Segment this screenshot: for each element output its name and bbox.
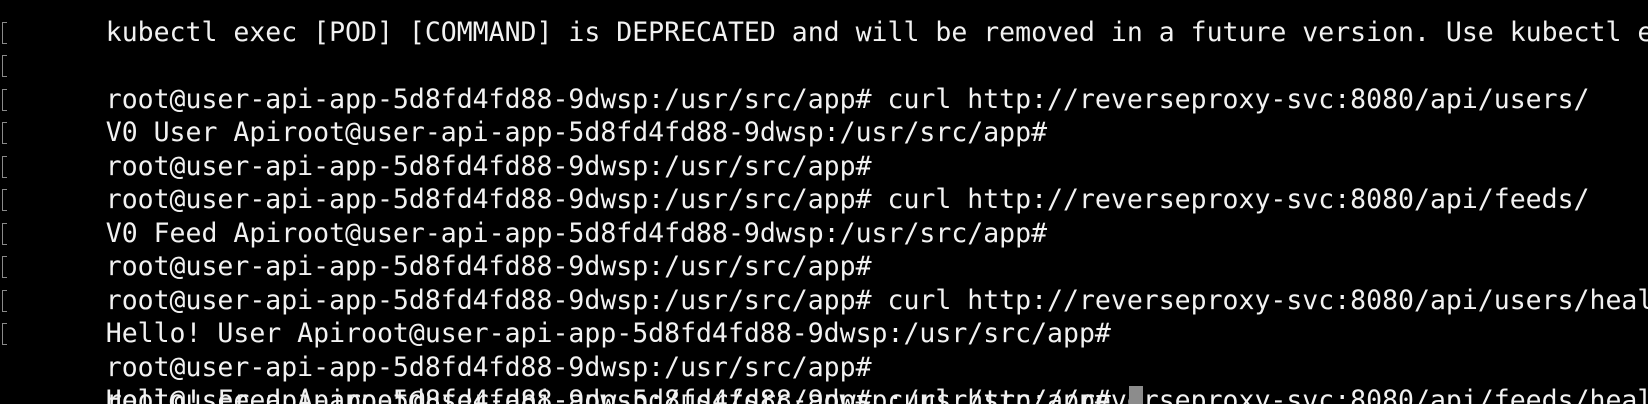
- terminal-output: kubectl exec [POD] [COMMAND] is DEPRECAT…: [2, 0, 1648, 404]
- terminal-line: V0 User Apiroot@user-api-app-5d8fd4fd88-…: [2, 49, 1648, 148]
- prompt-mark-icon: [2, 256, 7, 278]
- prompt-mark-icon: [2, 289, 7, 312]
- terminal-line: root@user-api-app-5d8fd4fd88-9dwsp:/usr/…: [2, 217, 1648, 316]
- terminal-line: kubectl exec [POD] [COMMAND] is DEPRECAT…: [10, 0, 1648, 48]
- terminal-line-active[interactable]: Hello! Feed Apiroot@user-api-app-5d8fd4f…: [10, 351, 1648, 404]
- prompt-mark-icon: [2, 88, 7, 111]
- terminal-line: root@user-api-app-5d8fd4fd88-9dwsp:/usr/…: [2, 183, 1648, 282]
- line-text: Hello! Feed Apiroot@user-api-app-5d8fd4f…: [105, 385, 1127, 404]
- prompt-mark-icon: [2, 222, 7, 245]
- prompt-mark-icon: [2, 122, 7, 144]
- cursor-icon: [1128, 386, 1143, 404]
- terminal-line: root@user-api-app-5d8fd4fd88-9dwsp:/usr/…: [2, 83, 1648, 182]
- prompt-mark-icon: [2, 55, 7, 77]
- terminal-line: Hello! User Apiroot@user-api-app-5d8fd4f…: [2, 250, 1648, 349]
- prompt-mark-icon: [2, 323, 7, 345]
- prompt-mark-icon: [2, 189, 7, 211]
- terminal-line: root@user-api-app-5d8fd4fd88-9dwsp:/usr/…: [2, 317, 1648, 404]
- terminal-line: root@user-api-app-5d8fd4fd88-9dwsp:/usr/…: [2, 284, 1648, 383]
- terminal-window[interactable]: kubectl exec [POD] [COMMAND] is DEPRECAT…: [0, 0, 1648, 404]
- terminal-line: root@user-api-app-5d8fd4fd88-9dwsp:/usr/…: [2, 116, 1648, 215]
- terminal-line: root@user-api-app-5d8fd4fd88-9dwsp:/usr/…: [2, 16, 1648, 115]
- terminal-line: V0 Feed Apiroot@user-api-app-5d8fd4fd88-…: [2, 150, 1648, 249]
- prompt-mark-icon: [2, 155, 7, 178]
- prompt-mark-icon: [2, 21, 7, 44]
